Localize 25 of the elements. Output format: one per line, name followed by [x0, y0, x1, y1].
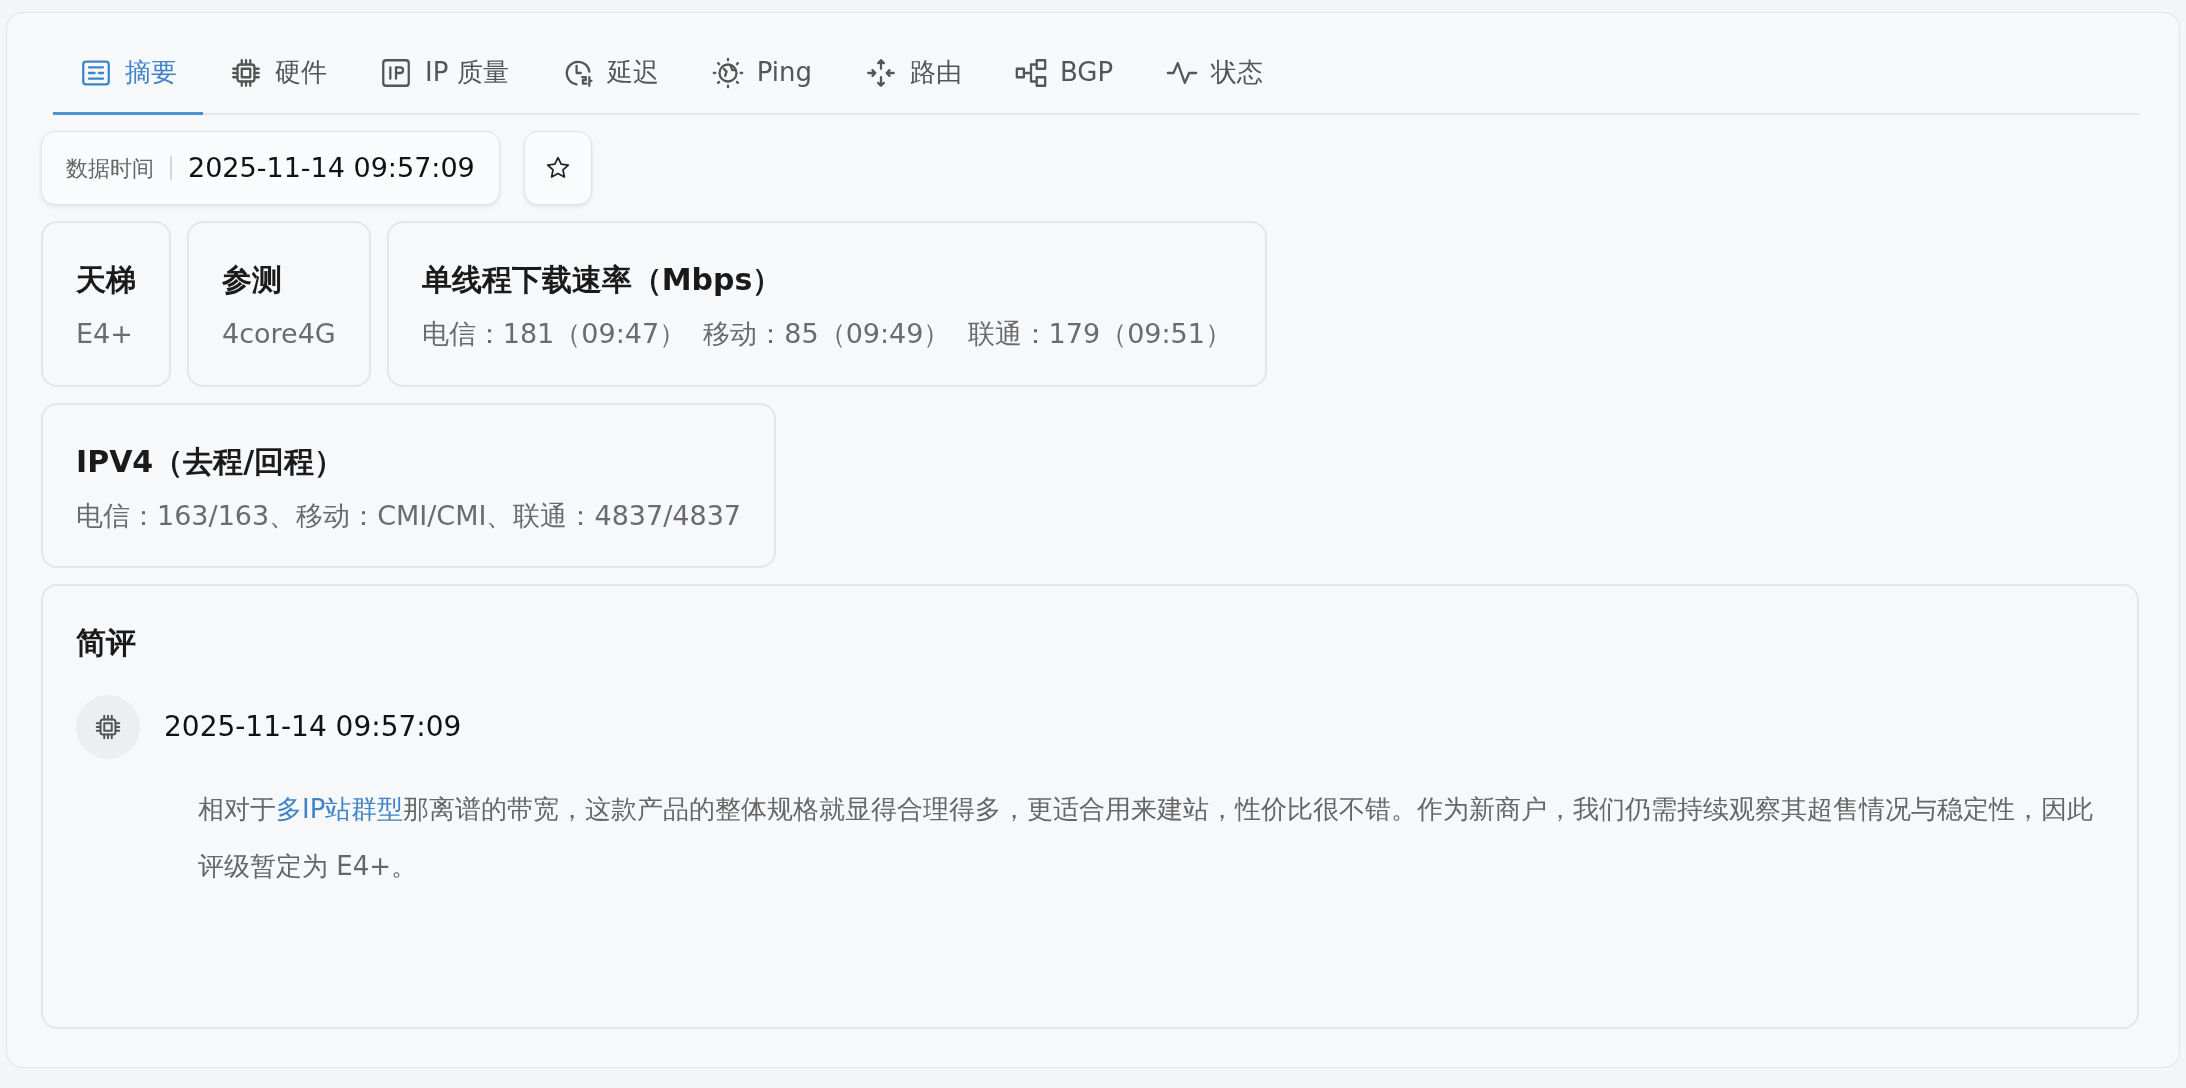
star-icon [544, 155, 571, 181]
card-title: 天梯 [76, 261, 136, 299]
data-time-value: 2025-11-14 09:57:09 [188, 150, 475, 185]
favorite-button[interactable] [523, 131, 592, 205]
tab[interactable]: 硬件 [203, 39, 353, 115]
card-value: 电信：163/163、移动：CMI/CMI、联通：4837/4837 [76, 498, 741, 533]
tab[interactable]: IP 质量 [353, 39, 535, 115]
tab[interactable]: 摘要 [53, 39, 203, 115]
review-title: 简评 [76, 624, 137, 662]
review-link[interactable]: 多IP站群型 [276, 794, 404, 824]
data-time-label: 数据时间 [66, 154, 154, 183]
card-title: 单线程下载速率（Mbps） [421, 261, 784, 299]
card-value: E4+ [76, 317, 134, 351]
tab[interactable]: 路由 [837, 39, 988, 115]
tab[interactable]: Ping [684, 39, 838, 115]
review-text: 相对于多IP站群型那离谱的带宽，这款产品的整体规格就显得合理得多，更适合用来建站，性价比很不错。作为新商户，我们仍需持续观察其超售情况与稳定性，因此评级暂定为 E4+。 [198, 793, 2095, 883]
card-value: 4core4G [222, 317, 336, 351]
card-value: 电信：181（09:47） 移动：85（09:49） 联通：179（09:51） [421, 317, 1232, 351]
review-time: 2025-11-14 09:57:09 [164, 709, 462, 745]
tab[interactable]: 延迟 [534, 39, 685, 115]
card-title: 参测 [222, 261, 283, 299]
tab[interactable]: BGP [987, 39, 1140, 115]
tab[interactable]: 状态 [1139, 39, 1290, 115]
globe-icon [710, 55, 745, 90]
card-title: IPV4（去程/回程） [76, 442, 346, 481]
